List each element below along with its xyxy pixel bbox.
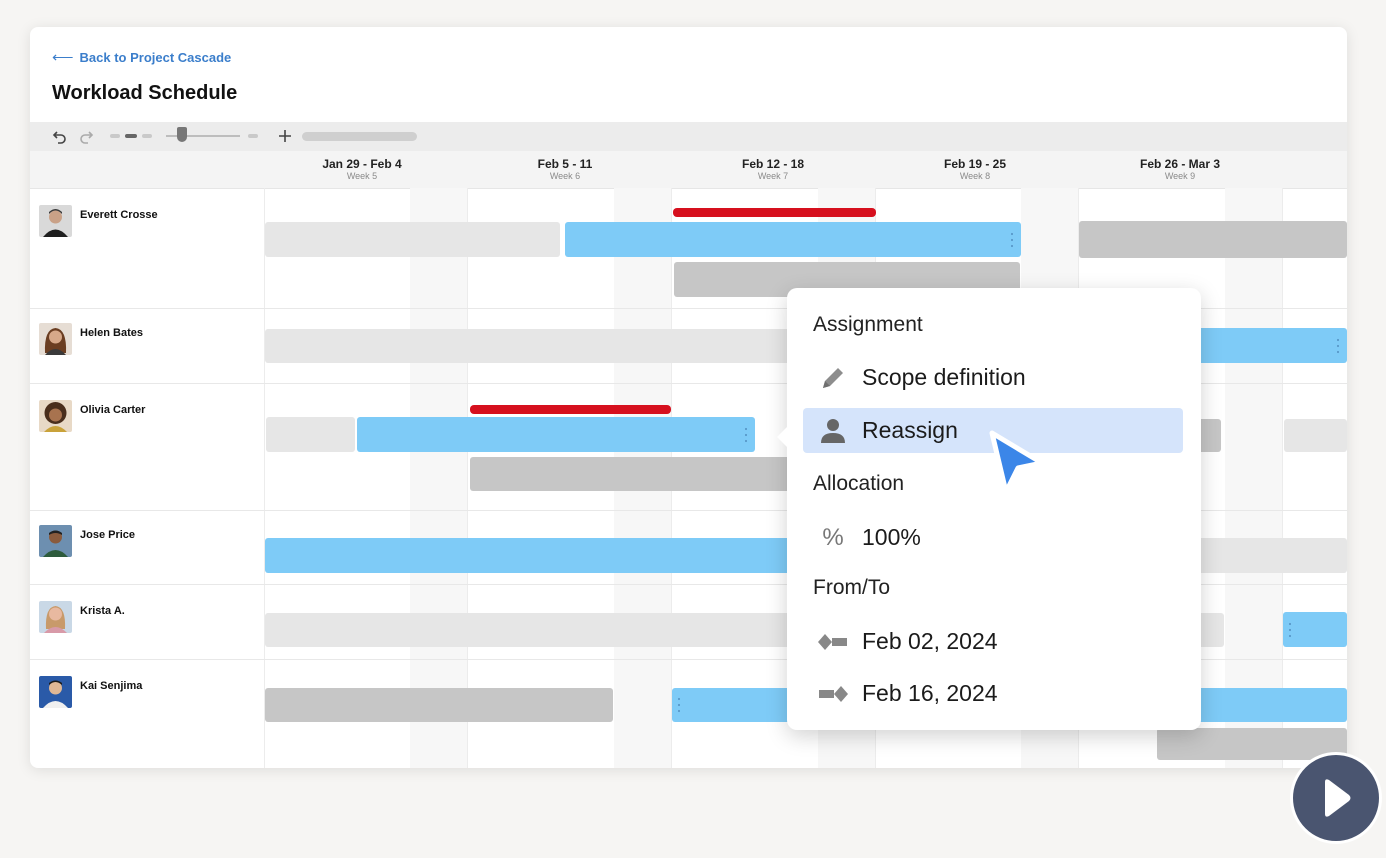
zoom-level-2[interactable] (125, 134, 137, 138)
drag-handle[interactable] (678, 696, 680, 714)
page-title: Workload Schedule (52, 82, 238, 104)
to-date: Feb 16, 2024 (862, 680, 998, 706)
week-range: Feb 5 - 11 (537, 157, 593, 171)
person-row-helen[interactable]: Helen Bates (39, 323, 143, 355)
week-header-6: Feb 5 - 11 Week 6 (463, 157, 667, 181)
assignment-bar[interactable] (1190, 688, 1347, 722)
mouse-pointer-icon (989, 430, 1045, 495)
person-row-kai[interactable]: Kai Senjima (39, 676, 142, 708)
assignment-bar[interactable] (1190, 328, 1347, 363)
assignment-bar[interactable] (470, 457, 830, 491)
person-row-everett[interactable]: Everett Crosse (39, 205, 158, 237)
week-header-7: Feb 12 - 18 Week 7 (671, 157, 875, 181)
week-number: Week 7 (757, 171, 789, 181)
assignment-bar[interactable] (1284, 419, 1347, 452)
assignment-popover: Assignment Scope definition Reassign All… (777, 288, 1201, 730)
person-name: Krista A. (80, 605, 125, 617)
avatar (39, 323, 72, 355)
person-row-olivia[interactable]: Olivia Carter (39, 400, 145, 432)
week-header-9: Feb 26 - Mar 3 Week 9 (1078, 157, 1282, 181)
person-name: Kai Senjima (80, 680, 143, 692)
plus-icon[interactable] (278, 129, 292, 143)
assignment-bar[interactable] (265, 222, 560, 257)
start-date-icon (817, 626, 849, 658)
weekend-shade (410, 188, 467, 768)
assignment-bar[interactable] (265, 688, 613, 722)
person-row-jose[interactable]: Jose Price (39, 525, 135, 557)
assignment-bar[interactable] (265, 329, 825, 363)
avatar (39, 525, 72, 557)
back-link-label: Back to Project Cascade (79, 49, 232, 65)
drag-handle[interactable] (1289, 620, 1291, 639)
scope-definition-menu-item[interactable]: Scope definition (803, 355, 1183, 400)
person-row-krista[interactable]: Krista A. (39, 601, 125, 633)
assignment-bar[interactable] (1190, 538, 1347, 573)
week-range: Feb 12 - 18 (741, 157, 805, 171)
person-name: Jose Price (80, 529, 136, 541)
assignment-bar[interactable] (1283, 612, 1347, 647)
schedule-toolbar (30, 122, 1347, 151)
percent-icon: % (822, 523, 844, 551)
end-date-icon (817, 678, 849, 710)
assignment-bar[interactable] (266, 417, 355, 452)
from-date-row[interactable]: Feb 02, 2024 (803, 619, 1183, 664)
assignment-bar[interactable] (357, 417, 755, 452)
allocation-value-row[interactable]: % 100% (803, 515, 1183, 560)
person-icon (817, 415, 849, 447)
zoom-level-1[interactable] (110, 134, 120, 138)
play-icon (1325, 779, 1351, 817)
avatar (39, 601, 72, 633)
assignment-bar-selected[interactable] (565, 222, 1021, 257)
week-number: Week 5 (346, 171, 378, 181)
week-number: Week 9 (1164, 171, 1196, 181)
grid-column-line (264, 188, 265, 768)
assignment-bar[interactable] (265, 613, 830, 647)
arrow-left-icon: ⟵ (52, 49, 74, 66)
allocation-value: 100% (862, 524, 921, 550)
undo-icon[interactable] (52, 129, 68, 144)
reassign-label: Reassign (862, 417, 958, 443)
zoom-slider-handle[interactable] (177, 127, 187, 142)
from-to-heading: From/To (813, 576, 891, 599)
play-video-button[interactable] (1290, 752, 1382, 844)
zoom-level-3[interactable] (142, 134, 152, 138)
back-to-project-link[interactable]: ⟵ Back to Project Cascade (52, 48, 231, 66)
weekend-shade (1225, 188, 1282, 768)
avatar (39, 676, 72, 708)
drag-handle[interactable] (1011, 230, 1013, 249)
week-header-8: Feb 19 - 25 Week 8 (873, 157, 1077, 181)
assignment-bar[interactable] (265, 538, 830, 573)
week-range: Jan 29 - Feb 4 (322, 157, 402, 171)
scope-definition-label: Scope definition (862, 364, 1026, 390)
search-bar[interactable] (302, 132, 417, 141)
person-name: Olivia Carter (80, 404, 146, 416)
overallocation-indicator (673, 208, 876, 217)
avatar (39, 205, 72, 237)
avatar (39, 400, 72, 432)
week-header-5: Jan 29 - Feb 4 Week 5 (260, 157, 464, 181)
week-header-row: Jan 29 - Feb 4 Week 5 Feb 5 - 11 Week 6 … (30, 151, 1347, 189)
allocation-heading: Allocation (813, 472, 905, 495)
person-name: Helen Bates (80, 327, 143, 339)
drag-handle[interactable] (1337, 336, 1339, 355)
drag-handle[interactable] (745, 425, 747, 444)
zoom-max-indicator[interactable] (248, 134, 258, 138)
redo-icon[interactable] (78, 129, 94, 144)
week-number: Week 6 (549, 171, 581, 181)
overallocation-indicator (470, 405, 671, 414)
pencil-icon (817, 362, 849, 394)
grid-column-line (1282, 188, 1283, 768)
assignment-heading: Assignment (813, 313, 923, 336)
person-name: Everett Crosse (80, 209, 158, 221)
grid-column-line (467, 188, 468, 768)
week-range: Feb 19 - 25 (943, 157, 1007, 171)
week-range: Feb 26 - Mar 3 (1139, 157, 1221, 171)
popover-caret (777, 425, 789, 449)
from-date: Feb 02, 2024 (862, 628, 998, 654)
to-date-row[interactable]: Feb 16, 2024 (803, 671, 1183, 716)
assignment-bar[interactable] (1079, 221, 1347, 258)
week-number: Week 8 (959, 171, 991, 181)
